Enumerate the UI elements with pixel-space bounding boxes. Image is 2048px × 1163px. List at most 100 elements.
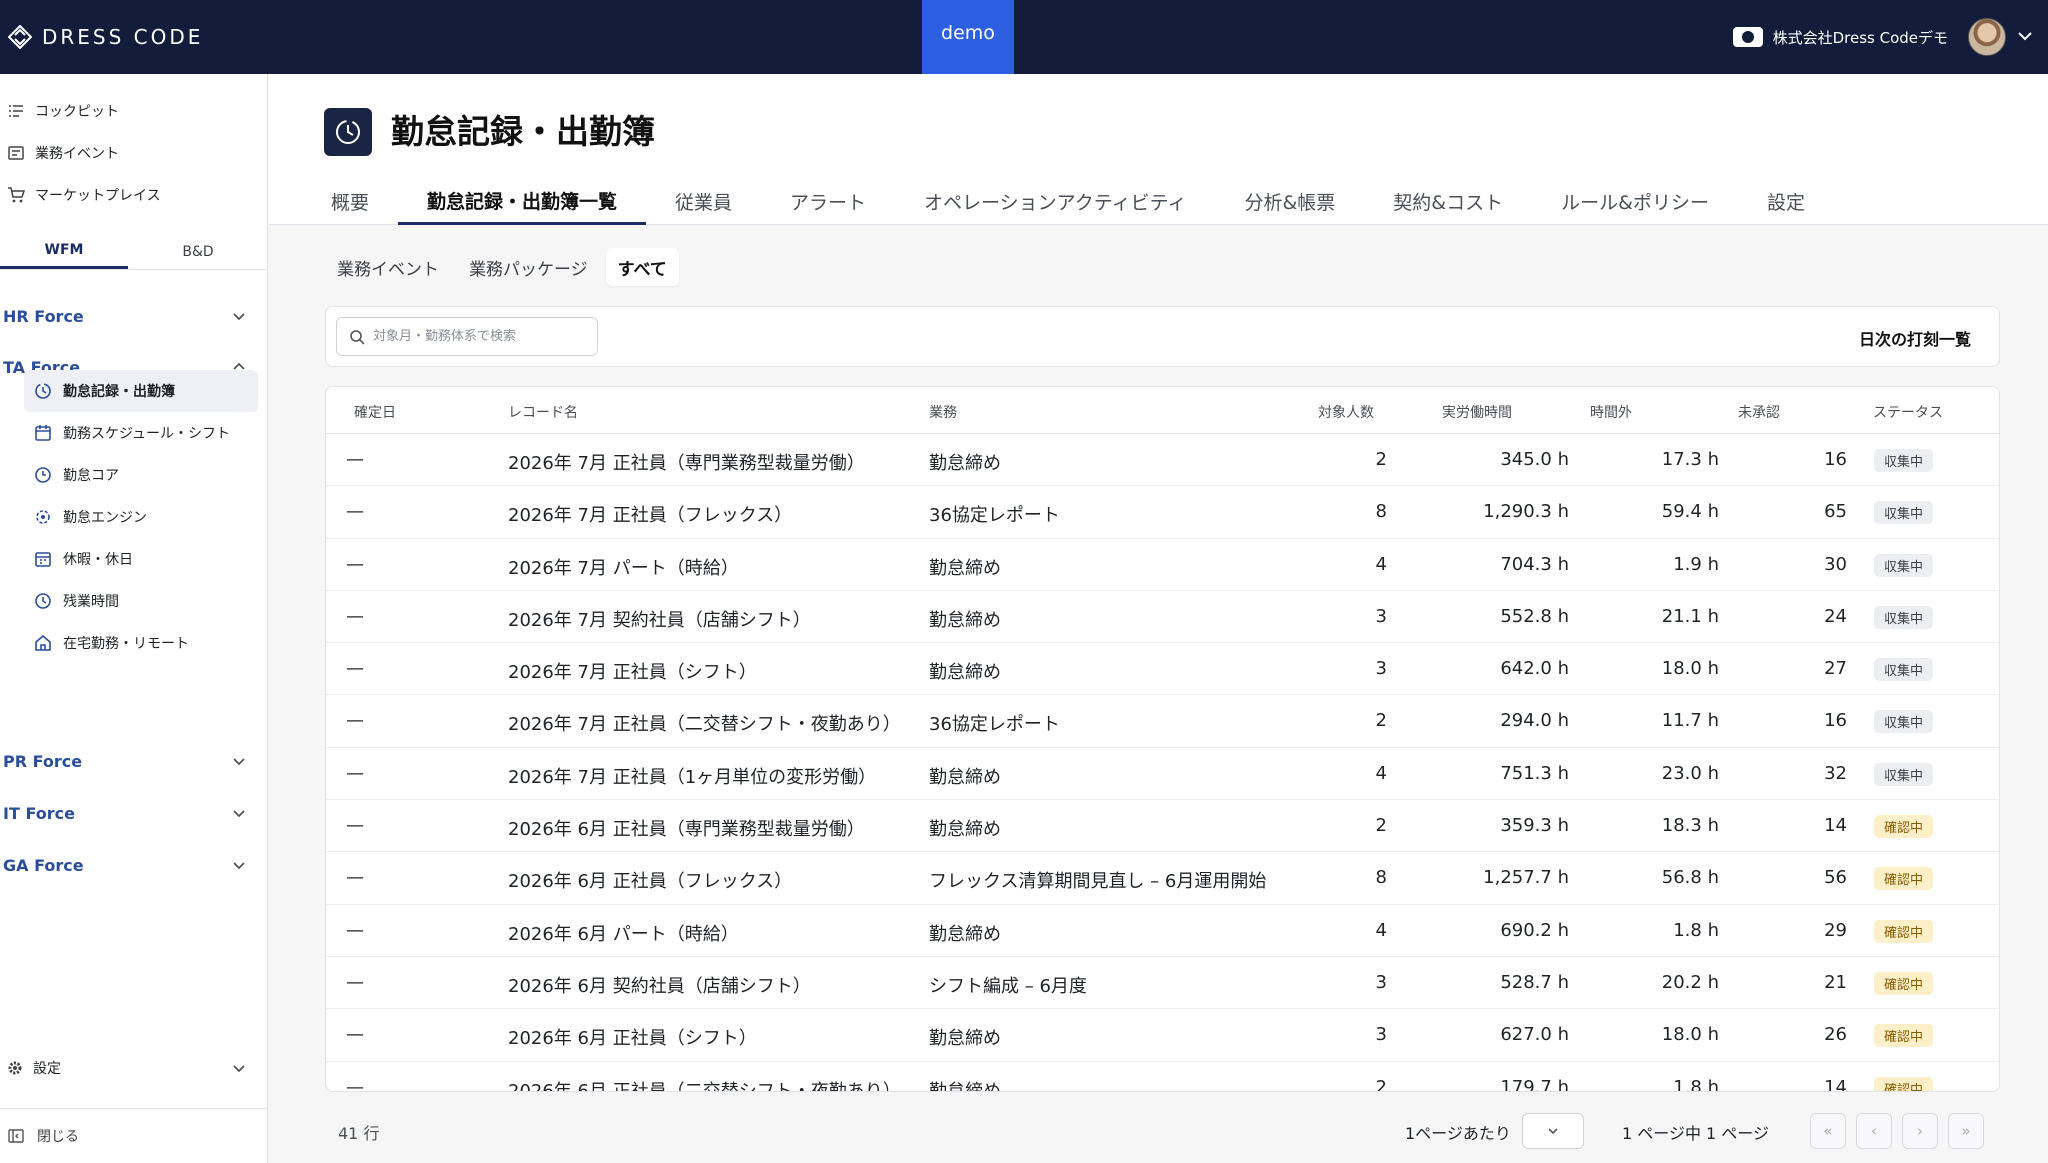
page-header: 勤怠記録・出勤簿 概要 勤怠記録・出勤簿一覧 従業員 アラート オペレーションア… <box>269 74 2048 225</box>
sidebar-item-schedule-shift[interactable]: 勤務スケジュール・シフト <box>24 412 258 454</box>
last-page-button[interactable]: » <box>1948 1113 1984 1149</box>
table-row[interactable]: — 2026年 6月 パート（時給） 勤怠締め 4 690.2 h 1.8 h 29 確認中 <box>326 905 1999 957</box>
cell-record-name: 2026年 6月 正社員（フレックス） <box>508 871 793 893</box>
table-row[interactable]: — 2026年 7月 正社員（専門業務型裁量労働） 勤怠締め 2 345.0 h 17.3… <box>326 434 1999 487</box>
tab-analysis-reports[interactable]: 分析&帳票 <box>1215 178 1364 225</box>
chip-business-packages[interactable]: 業務パッケージ <box>457 248 600 286</box>
tab-attendance-list[interactable]: 勤怠記録・出勤簿一覧 <box>398 178 647 225</box>
sidebar-group-it-force[interactable]: IT Force <box>0 793 268 833</box>
first-page-button[interactable]: « <box>1810 1113 1846 1149</box>
cell-overtime: 1.9 h <box>1673 553 1719 575</box>
tab-operation-activity[interactable]: オペレーションアクティビティ <box>895 178 1215 225</box>
sidebar-item-cockpit[interactable]: コックピット <box>0 90 268 132</box>
tab-rules-policies[interactable]: ルール&ポリシー <box>1532 178 1738 225</box>
sidebar-group-hr-force[interactable]: HR Force <box>0 296 268 336</box>
sidebar-item-attendance-engine[interactable]: 勤怠エンジン <box>24 496 258 538</box>
table-row[interactable]: — 2026年 7月 正社員（フレックス） 36協定レポート 8 1,290.3 h 59… <box>326 486 1999 539</box>
sidebar-item-label: 勤怠記録・出勤簿 <box>63 384 175 400</box>
cell-overtime: 20.2 h <box>1661 971 1719 993</box>
search-box[interactable] <box>336 317 598 356</box>
sidebar-item-remote-work[interactable]: 在宅勤務・リモート <box>24 622 258 664</box>
chevron-down-icon <box>233 313 245 321</box>
next-page-button[interactable]: › <box>1902 1113 1938 1149</box>
cell-overtime: 18.3 h <box>1661 815 1719 837</box>
chip-business-events[interactable]: 業務イベント <box>325 248 451 286</box>
cell-pending: 65 <box>1824 501 1847 523</box>
cell-people: 8 <box>1375 867 1387 889</box>
cell-people: 3 <box>1375 1024 1387 1046</box>
tab-employees[interactable]: 従業員 <box>646 178 761 225</box>
app-logo[interactable]: DRESS CODE <box>8 22 203 52</box>
sidebar-item-attendance-records[interactable]: 勤怠記録・出勤簿 <box>24 370 258 412</box>
sidebar-item-attendance-core[interactable]: 勤怠コア <box>24 454 258 496</box>
cell-people: 4 <box>1375 919 1387 941</box>
table-row[interactable]: — 2026年 6月 正社員（専門業務型裁量労働） 勤怠締め 2 359.3 h 18.3… <box>326 800 1999 853</box>
sidebar-item-marketplace[interactable]: マーケットプレイス <box>0 174 268 216</box>
cell-task: シフト編成 – 6月度 <box>929 975 1087 997</box>
cell-record-name: 2026年 7月 契約社員（店舗シフト） <box>508 609 811 631</box>
column-header-record-name[interactable]: レコード名 <box>508 402 578 422</box>
daily-punch-list-link[interactable]: 日次の打刻一覧 <box>1859 326 1971 350</box>
tab-alerts[interactable]: アラート <box>761 178 895 225</box>
cell-pending: 14 <box>1824 815 1847 837</box>
sidebar-close[interactable]: 閉じる <box>0 1108 268 1163</box>
cell-work-hours: 642.0 h <box>1500 658 1569 680</box>
cell-people: 4 <box>1375 762 1387 784</box>
table-row[interactable]: — 2026年 6月 正社員（シフト） 勤怠締め 3 627.0 h 18.0 h 26 確認… <box>326 1009 1999 1062</box>
table-row[interactable]: — 2026年 6月 正社員（フレックス） フレックス清算期間見直し – 6月運用開… <box>326 852 1999 905</box>
group-label: HR Force <box>3 306 84 326</box>
previous-page-button[interactable]: ‹ <box>1856 1113 1892 1149</box>
sidebar-settings[interactable]: 設定 <box>0 1048 268 1088</box>
sidebar-item-events[interactable]: 業務イベント <box>0 132 268 174</box>
engine-icon <box>36 510 50 524</box>
tab-wfm[interactable]: WFM <box>0 234 128 269</box>
chip-all[interactable]: すべて <box>605 248 679 286</box>
column-header-pending[interactable]: 未承認 <box>1738 402 1780 422</box>
cell-pending: 16 <box>1824 449 1847 470</box>
search-input[interactable] <box>373 329 593 344</box>
table-row[interactable]: — 2026年 6月 契約社員（店舗シフト） シフト編成 – 6月度 3 528.7 h… <box>326 957 1999 1010</box>
cell-people: 2 <box>1375 449 1387 470</box>
user-avatar[interactable] <box>1968 18 2006 56</box>
column-header-status[interactable]: ステータス <box>1873 402 1943 422</box>
status-badge: 収集中 <box>1874 762 1934 786</box>
column-header-task[interactable]: 業務 <box>929 402 957 422</box>
table-row[interactable]: — 2026年 7月 正社員（1ヶ月単位の変形労働） 勤怠締め 4 751.3 h 23.… <box>326 748 1999 801</box>
sidebar-group-pr-force[interactable]: PR Force <box>0 741 268 781</box>
sidebar-item-label: 勤怠エンジン <box>63 510 147 526</box>
table-row[interactable]: — 2026年 6月 正社員（二交替シフト・夜勤あり） 勤怠締め 2 179.7 h 1.… <box>326 1062 1999 1092</box>
cell-work-hours: 528.7 h <box>1500 971 1569 993</box>
column-header-overtime[interactable]: 時間外 <box>1590 402 1632 422</box>
cell-date: — <box>346 449 364 470</box>
tab-overview[interactable]: 概要 <box>321 178 398 225</box>
sidebar-item-label: 残業時間 <box>63 594 119 610</box>
filter-chips: 業務イベント 業務パッケージ すべて <box>325 248 679 286</box>
gear-icon <box>8 1061 22 1075</box>
cell-date: — <box>346 919 364 941</box>
column-header-date[interactable]: 確定日 <box>354 402 396 422</box>
chevron-down-icon[interactable] <box>2016 27 2034 45</box>
chevron-down-icon <box>233 810 245 818</box>
table-row[interactable]: — 2026年 7月 契約社員（店舗シフト） 勤怠締め 3 552.8 h 21.1 h 2… <box>326 591 1999 644</box>
company-switcher[interactable]: 株式会社Dress Codeデモ <box>1732 24 1948 50</box>
tab-bd[interactable]: B&D <box>128 234 268 269</box>
column-header-work-hours[interactable]: 実労働時間 <box>1442 402 1512 422</box>
table-row[interactable]: — 2026年 7月 正社員（シフト） 勤怠締め 3 642.0 h 18.0 h 27 収集… <box>326 643 1999 696</box>
table-row[interactable]: — 2026年 7月 パート（時給） 勤怠締め 4 704.3 h 1.9 h 30 収集中 <box>326 539 1999 591</box>
cell-task: 勤怠締め <box>929 1028 1001 1050</box>
status-badge: 収集中 <box>1874 449 1934 472</box>
column-header-people[interactable]: 対象人数 <box>1318 402 1374 422</box>
sidebar-item-leave-holiday[interactable]: 休暇・休日 <box>24 538 258 580</box>
table-row[interactable]: — 2026年 7月 正社員（二交替シフト・夜勤あり） 36協定レポート 2 294.0… <box>326 695 1999 748</box>
logo-text: DRESS CODE <box>42 25 204 49</box>
sidebar-group-ga-force[interactable]: GA Force <box>0 845 268 885</box>
cell-pending: 14 <box>1824 1076 1847 1092</box>
tab-contracts-costs[interactable]: 契約&コスト <box>1364 178 1532 225</box>
pagination: « ‹ › » <box>1810 1113 1984 1149</box>
cell-task: 勤怠締め <box>929 453 1001 474</box>
per-page-select[interactable] <box>1522 1113 1584 1149</box>
status-badge: 確認中 <box>1874 1024 1934 1048</box>
cell-date: — <box>346 710 364 732</box>
sidebar-item-overtime[interactable]: 残業時間 <box>24 580 258 622</box>
tab-settings[interactable]: 設定 <box>1738 178 1834 225</box>
